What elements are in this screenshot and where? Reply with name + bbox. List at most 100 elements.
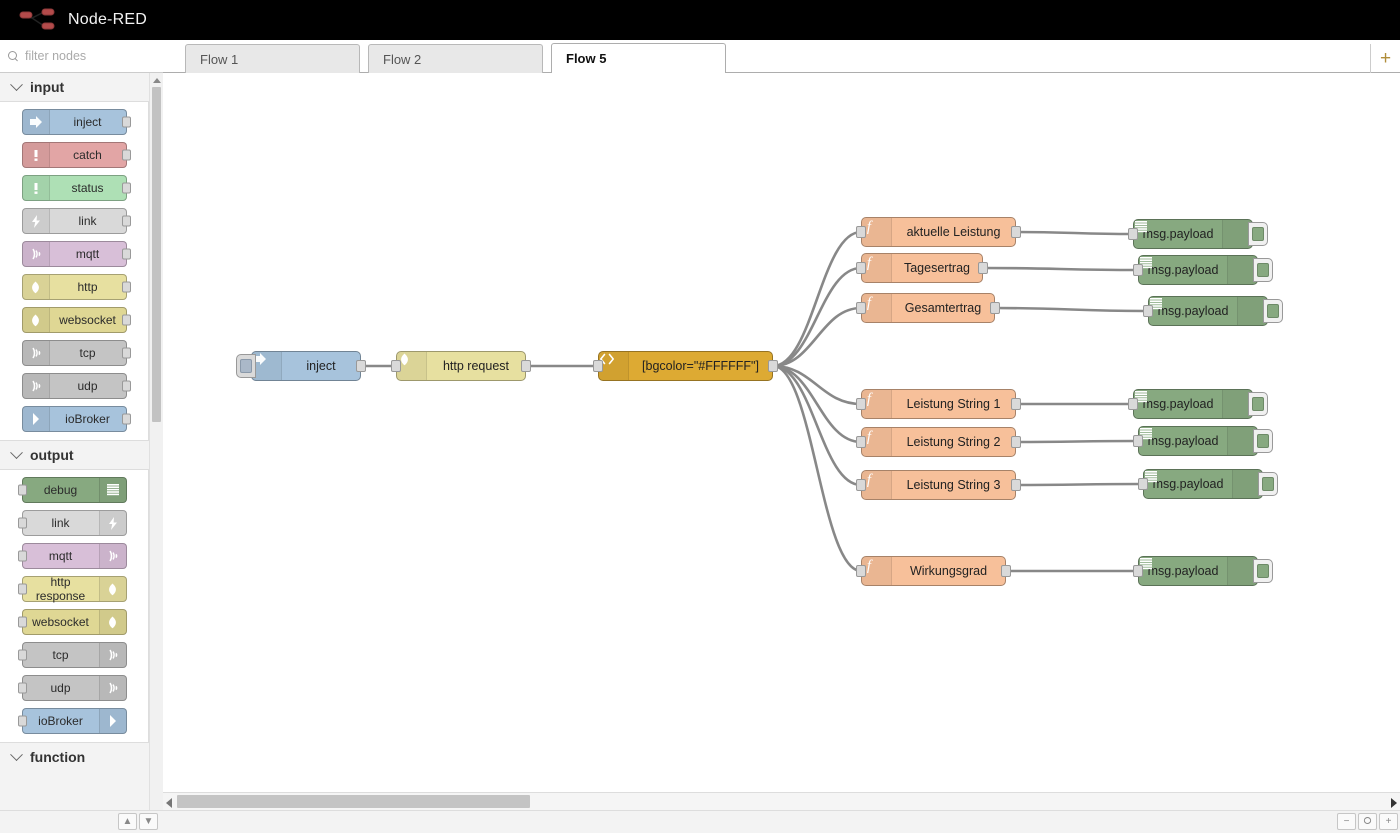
input-port[interactable]: [17, 682, 27, 694]
flow-node-dbg2[interactable]: msg.payload: [1133, 255, 1273, 285]
debug-toggle-button[interactable]: [1258, 472, 1278, 496]
flow-node-dbg7[interactable]: msg.payload: [1133, 556, 1273, 586]
input-port[interactable]: [856, 262, 866, 274]
palette-collapse-up-button[interactable]: ▲: [118, 813, 137, 830]
palette-category-header-function[interactable]: function: [0, 743, 149, 771]
debug-toggle-button[interactable]: [1263, 299, 1283, 323]
input-port[interactable]: [856, 398, 866, 410]
palette-node-link[interactable]: link: [21, 208, 131, 234]
palette-category-header-input[interactable]: input: [0, 73, 149, 101]
palette-node-mqtt[interactable]: mqtt: [17, 543, 127, 569]
zoom-reset-button[interactable]: ⭘: [1358, 813, 1377, 830]
output-port[interactable]: [121, 413, 131, 425]
output-port[interactable]: [121, 314, 131, 326]
debug-toggle-button[interactable]: [1253, 429, 1273, 453]
input-port[interactable]: [391, 360, 401, 372]
palette-node-inject[interactable]: inject: [21, 109, 131, 135]
input-port[interactable]: [17, 583, 27, 595]
search-input[interactable]: [25, 49, 155, 63]
flow-canvas[interactable]: inject http request [bgcolor="#FFFFFF"] f ak…: [163, 73, 1400, 810]
input-port[interactable]: [1133, 565, 1143, 577]
debug-toggle-button[interactable]: [1253, 258, 1273, 282]
wire-html-to-fn5[interactable]: [772, 364, 862, 444]
wire-html-to-fn1[interactable]: [772, 230, 862, 368]
palette-scrollbar[interactable]: [149, 73, 163, 833]
flow-node-dbg5[interactable]: msg.payload: [1133, 426, 1273, 456]
input-port[interactable]: [593, 360, 603, 372]
wire-fn5-to-dbg5[interactable]: [1015, 439, 1139, 444]
input-port[interactable]: [17, 616, 27, 628]
flow-node-fn2[interactable]: f Tagesertrag: [856, 253, 988, 283]
input-port[interactable]: [1133, 435, 1143, 447]
input-port[interactable]: [1128, 398, 1138, 410]
palette-node-status[interactable]: status: [21, 175, 131, 201]
palette-node-websocket[interactable]: websocket: [17, 609, 127, 635]
add-flow-tab-button[interactable]: +: [1370, 44, 1400, 73]
palette-node-iobroker[interactable]: ioBroker: [21, 406, 131, 432]
output-port[interactable]: [978, 262, 988, 274]
flow-node-fn4[interactable]: f Leistung String 1: [856, 389, 1021, 419]
flow-node-fn5[interactable]: f Leistung String 2: [856, 427, 1021, 457]
palette-node-udp[interactable]: udp: [21, 373, 131, 399]
inject-trigger-button[interactable]: [236, 354, 256, 378]
flow-tab-flow-1[interactable]: Flow 1: [185, 44, 360, 73]
palette-node-link[interactable]: link: [17, 510, 127, 536]
wire-fn6-to-dbg6[interactable]: [1015, 482, 1144, 487]
output-port[interactable]: [121, 248, 131, 260]
input-port[interactable]: [1138, 478, 1148, 490]
output-port[interactable]: [121, 149, 131, 161]
wire-fn2-to-dbg2[interactable]: [982, 266, 1139, 272]
output-port[interactable]: [121, 116, 131, 128]
input-port[interactable]: [17, 484, 27, 496]
scroll-up-icon[interactable]: [153, 78, 161, 83]
canvas-horizontal-scrollbar[interactable]: [163, 792, 1400, 810]
flow-node-fn3[interactable]: f Gesamtertrag: [856, 293, 1000, 323]
wire-html-to-fn2[interactable]: [772, 266, 862, 368]
wire-html-to-fn7[interactable]: [772, 364, 862, 573]
input-port[interactable]: [1133, 264, 1143, 276]
palette-scroll-thumb[interactable]: [152, 87, 161, 422]
zoom-out-button[interactable]: −: [1337, 813, 1356, 830]
wire-fn1-to-dbg1[interactable]: [1015, 230, 1134, 236]
input-port[interactable]: [856, 565, 866, 577]
flow-node-dbg6[interactable]: msg.payload: [1138, 469, 1278, 499]
flow-tab-flow-2[interactable]: Flow 2: [368, 44, 543, 73]
palette-node-catch[interactable]: catch: [21, 142, 131, 168]
scroll-left-icon[interactable]: [166, 798, 172, 808]
input-port[interactable]: [856, 436, 866, 448]
output-port[interactable]: [1011, 398, 1021, 410]
input-port[interactable]: [856, 226, 866, 238]
palette-node-http-response[interactable]: http response: [17, 575, 127, 603]
horizontal-scroll-thumb[interactable]: [177, 795, 530, 808]
wire-fn3-to-dbg3[interactable]: [994, 306, 1149, 313]
palette-node-mqtt[interactable]: mqtt: [21, 241, 131, 267]
output-port[interactable]: [121, 281, 131, 293]
input-port[interactable]: [17, 550, 27, 562]
debug-toggle-button[interactable]: [1253, 559, 1273, 583]
input-port[interactable]: [1143, 305, 1153, 317]
flow-node-fn6[interactable]: f Leistung String 3: [856, 470, 1021, 500]
zoom-in-button[interactable]: +: [1379, 813, 1398, 830]
flow-node-inject[interactable]: inject: [236, 351, 366, 381]
output-port[interactable]: [1011, 436, 1021, 448]
output-port[interactable]: [521, 360, 531, 372]
input-port[interactable]: [856, 302, 866, 314]
palette-node-udp[interactable]: udp: [17, 675, 127, 701]
output-port[interactable]: [990, 302, 1000, 314]
flow-node-html[interactable]: [bgcolor="#FFFFFF"]: [593, 351, 778, 381]
palette-node-iobroker[interactable]: ioBroker: [17, 708, 127, 734]
palette-node-debug[interactable]: debug: [17, 477, 127, 503]
filter-nodes-box[interactable]: [0, 40, 163, 73]
palette-node-tcp[interactable]: tcp: [17, 642, 127, 668]
output-port[interactable]: [1011, 479, 1021, 491]
palette-category-header-output[interactable]: output: [0, 441, 149, 469]
output-port[interactable]: [121, 182, 131, 194]
output-port[interactable]: [768, 360, 778, 372]
input-port[interactable]: [17, 649, 27, 661]
output-port[interactable]: [121, 215, 131, 227]
flow-node-dbg3[interactable]: msg.payload: [1143, 296, 1283, 326]
flow-node-dbg4[interactable]: msg.payload: [1128, 389, 1268, 419]
palette-collapse-down-button[interactable]: ▼: [139, 813, 158, 830]
flow-node-fn1[interactable]: f aktuelle Leistung: [856, 217, 1021, 247]
input-port[interactable]: [1128, 228, 1138, 240]
